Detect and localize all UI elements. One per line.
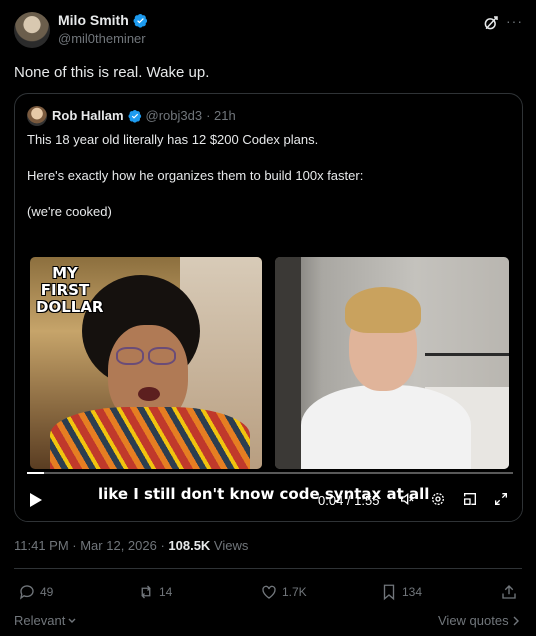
post-text: None of this is real. Wake up.	[14, 64, 210, 81]
reply-sort-dropdown[interactable]: Relevant	[14, 613, 77, 628]
reply-button[interactable]: 49	[18, 583, 53, 601]
more-options-icon[interactable]: ···	[506, 14, 524, 32]
quoted-author-avatar[interactable]	[27, 106, 47, 126]
post-timestamp[interactable]: 11:41 PM · Mar 12, 2026 · 108.5K Views	[14, 538, 248, 553]
quoted-author-display-name[interactable]: Rob Hallam	[52, 108, 124, 123]
meme-text: MY FIRST DOLLAR	[36, 264, 104, 316]
reply-sort-label: Relevant	[14, 613, 66, 628]
chevron-down-icon	[68, 618, 76, 623]
views-count: 108.5K	[168, 538, 211, 553]
video-progress-fill	[27, 472, 44, 474]
quoted-post-time[interactable]: · 21h	[206, 108, 236, 123]
video-timecode: 0:04 / 1:55	[318, 493, 380, 508]
video-caption: like I still don't know code syntax at a…	[98, 485, 430, 503]
like-count: 1.7K	[282, 585, 307, 599]
picture-in-picture-icon[interactable]	[462, 491, 478, 507]
post: Milo Smith @mil0theminer ··· None of thi…	[0, 0, 536, 636]
view-quotes-label: View quotes	[438, 613, 509, 628]
author-handle[interactable]: @mil0theminer	[58, 31, 146, 46]
bookmark-count: 134	[402, 585, 423, 599]
repost-button[interactable]: 14	[137, 583, 172, 601]
quoted-post-card[interactable]: Rob Hallam @robj3d3 · 21h This 18 year o…	[14, 93, 523, 522]
play-icon[interactable]	[29, 492, 43, 508]
chevron-right-icon	[513, 616, 519, 625]
video-progress-bar[interactable]	[27, 472, 513, 474]
heart-icon	[262, 585, 276, 599]
divider	[14, 568, 522, 569]
video-frame-right	[275, 257, 509, 469]
share-icon	[502, 585, 516, 599]
reply-icon	[19, 585, 34, 600]
quoted-author-row[interactable]: Rob Hallam @robj3d3 · 21h	[52, 108, 236, 123]
video-frame-left: MY FIRST DOLLAR	[30, 257, 262, 469]
verified-badge-icon	[133, 13, 147, 28]
settings-gear-icon[interactable]	[430, 491, 446, 507]
quoted-text-line: (we're cooked)	[27, 204, 112, 219]
repost-icon	[141, 585, 151, 599]
verified-badge-icon	[128, 109, 141, 123]
fullscreen-icon[interactable]	[493, 491, 509, 507]
post-time[interactable]: 11:41 PM · Mar 12, 2026 ·	[14, 538, 168, 553]
share-button[interactable]	[500, 583, 518, 601]
author-name-row[interactable]: Milo Smith	[58, 12, 148, 28]
quoted-text-line: This 18 year old literally has 12 $200 C…	[27, 132, 319, 147]
author-display-name[interactable]: Milo Smith	[58, 12, 129, 28]
views-label: Views	[210, 538, 249, 553]
video-player[interactable]: MY FIRST DOLLAR like I still don't know …	[15, 257, 522, 521]
like-button[interactable]: 1.7K	[260, 583, 307, 601]
quoted-text-line: Here's exactly how he organizes them to …	[27, 168, 364, 183]
reply-count: 49	[40, 585, 54, 599]
volume-icon[interactable]	[399, 491, 415, 507]
repost-count: 14	[159, 585, 173, 599]
grok-icon[interactable]	[482, 14, 500, 32]
bookmark-button[interactable]: 134	[380, 583, 422, 601]
view-quotes-link[interactable]: View quotes	[438, 613, 520, 628]
quoted-author-handle[interactable]: @robj3d3	[146, 108, 203, 123]
bookmark-icon	[383, 584, 395, 601]
action-bar: 49 14 1.7K 134	[14, 583, 522, 603]
author-avatar[interactable]	[14, 12, 50, 48]
